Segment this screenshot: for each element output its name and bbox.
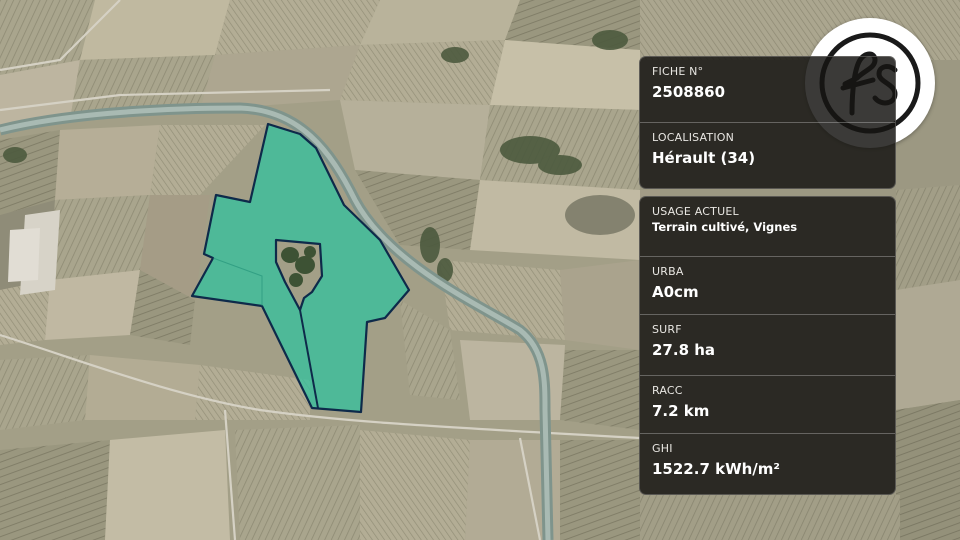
ghi-row: GHI 1522.7 kWh/m² [640,434,895,494]
urba-label: URBA [652,265,684,278]
usage-row: USAGE ACTUEL Terrain cultivé, Vignes [640,197,895,257]
usage-value: Terrain cultivé, Vignes [652,220,798,234]
map-view[interactable]: FICHE N° 2508860 LOCALISATION Hérault (3… [0,0,960,540]
fiche-label: FICHE N° [652,65,704,78]
racc-label: RACC [652,384,683,397]
localisation-value: Hérault (34) [652,149,756,167]
localisation-label: LOCALISATION [652,131,735,144]
racc-value: 7.2 km [652,402,710,420]
urba-value: A0cm [652,283,699,301]
racc-row: RACC 7.2 km [640,376,895,434]
info-panel-top: FICHE N° 2508860 LOCALISATION Hérault (3… [639,56,896,189]
localisation-row: LOCALISATION Hérault (34) [640,123,895,188]
usage-label: USAGE ACTUEL [652,205,739,218]
urba-row: URBA A0cm [640,257,895,315]
fiche-value: 2508860 [652,83,726,101]
fiche-row: FICHE N° 2508860 [640,57,895,123]
ghi-label: GHI [652,442,673,455]
ghi-value: 1522.7 kWh/m² [652,460,780,478]
surf-label: SURF [652,323,682,336]
surf-row: SURF 27.8 ha [640,315,895,376]
info-panel-bottom: USAGE ACTUEL Terrain cultivé, Vignes URB… [639,196,896,495]
surf-value: 27.8 ha [652,341,716,359]
